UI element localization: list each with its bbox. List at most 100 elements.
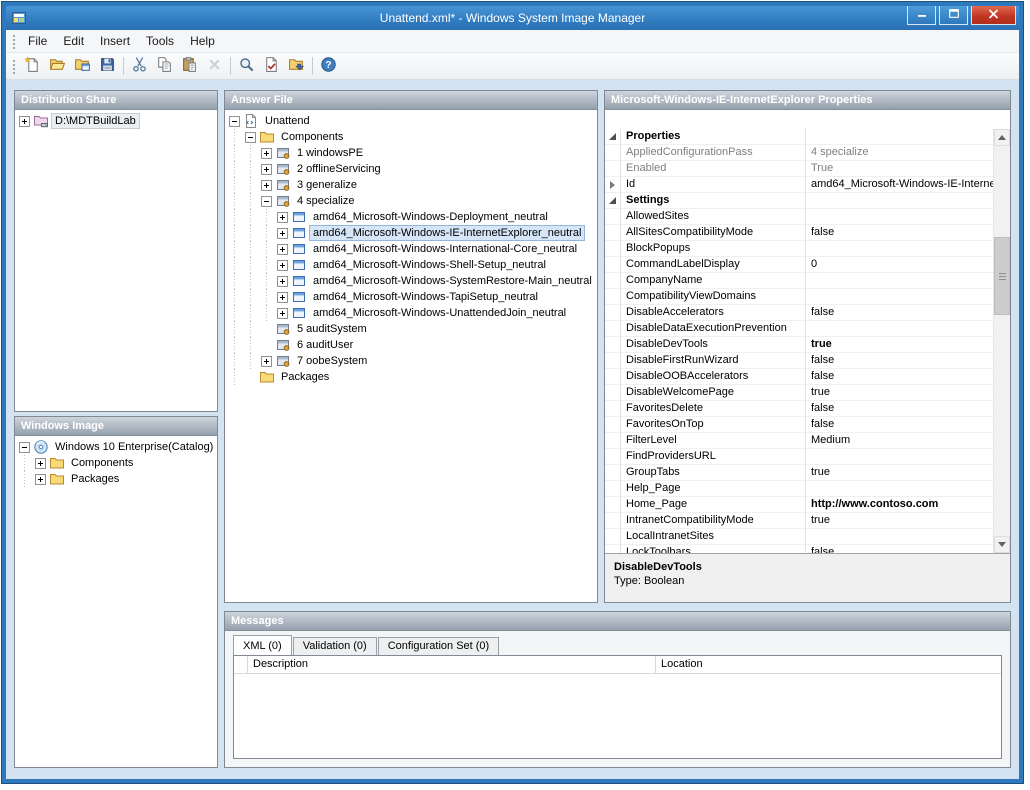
- property-row[interactable]: DisableDevToolstrue: [605, 337, 993, 353]
- column-description[interactable]: Description: [248, 656, 656, 673]
- title-bar[interactable]: Unattend.xml* - Windows System Image Man…: [6, 6, 1019, 30]
- property-value[interactable]: [806, 449, 993, 465]
- cut-button[interactable]: [128, 55, 151, 77]
- property-value[interactable]: true: [806, 337, 993, 353]
- expand-icon[interactable]: [261, 148, 272, 159]
- property-value[interactable]: false: [806, 545, 993, 553]
- expand-icon[interactable]: [277, 308, 288, 319]
- maximize-button[interactable]: [939, 6, 968, 25]
- property-value[interactable]: http://www.contoso.com: [806, 497, 993, 513]
- property-row[interactable]: DisableWelcomePagetrue: [605, 385, 993, 401]
- property-row[interactable]: FavoritesDeletefalse: [605, 401, 993, 417]
- property-row[interactable]: LockToolbarsfalse: [605, 545, 993, 553]
- answer-file-item[interactable]: amd64_Microsoft-Windows-Deployment_neutr…: [227, 209, 595, 225]
- menu-item-file[interactable]: File: [20, 31, 55, 51]
- property-row[interactable]: Home_Pagehttp://www.contoso.com: [605, 497, 993, 513]
- property-value[interactable]: [806, 289, 993, 305]
- answer-file-item[interactable]: 3 generalize: [227, 177, 595, 193]
- copy-button[interactable]: [153, 55, 176, 77]
- property-row[interactable]: AppliedConfigurationPass4 specialize: [605, 145, 993, 161]
- validate-answer-file-button[interactable]: [260, 55, 283, 77]
- close-button[interactable]: [971, 6, 1016, 25]
- property-row[interactable]: Help_Page: [605, 481, 993, 497]
- property-value[interactable]: false: [806, 369, 993, 385]
- expand-icon[interactable]: [277, 228, 288, 239]
- property-row[interactable]: FilterLevelMedium: [605, 433, 993, 449]
- expand-icon[interactable]: [19, 116, 30, 127]
- windows-image-item[interactable]: Windows 10 Enterprise(Catalog): [17, 439, 215, 455]
- expand-icon[interactable]: [35, 458, 46, 469]
- property-row[interactable]: GroupTabstrue: [605, 465, 993, 481]
- tab-validation-0[interactable]: Validation (0): [293, 637, 377, 655]
- property-value[interactable]: false: [806, 305, 993, 321]
- expand-icon[interactable]: [277, 244, 288, 255]
- answer-file-item[interactable]: 2 offlineServicing: [227, 161, 595, 177]
- column-location[interactable]: Location: [656, 656, 1001, 673]
- property-row[interactable]: AllowedSites: [605, 209, 993, 225]
- tab-configuration-set-0[interactable]: Configuration Set (0): [378, 637, 500, 655]
- scrollbar-thumb[interactable]: [994, 237, 1010, 315]
- expand-icon[interactable]: [277, 212, 288, 223]
- menu-item-help[interactable]: Help: [182, 31, 223, 51]
- property-row[interactable]: BlockPopups: [605, 241, 993, 257]
- collapse-icon[interactable]: [19, 442, 30, 453]
- menu-item-tools[interactable]: Tools: [138, 31, 182, 51]
- property-value[interactable]: [806, 273, 993, 289]
- property-row[interactable]: CompanyName: [605, 273, 993, 289]
- collapse-icon[interactable]: [229, 116, 240, 127]
- property-row[interactable]: CompatibilityViewDomains: [605, 289, 993, 305]
- property-value[interactable]: amd64_Microsoft-Windows-IE-InternetE: [806, 177, 993, 193]
- property-row[interactable]: DisableFirstRunWizardfalse: [605, 353, 993, 369]
- property-value[interactable]: True: [806, 161, 993, 177]
- property-value[interactable]: [806, 529, 993, 545]
- new-answer-file-button[interactable]: [21, 55, 44, 77]
- answer-file-item[interactable]: 1 windowsPE: [227, 145, 595, 161]
- answer-file-item[interactable]: amd64_Microsoft-Windows-International-Co…: [227, 241, 595, 257]
- help-button[interactable]: ?: [317, 55, 340, 77]
- property-section-row[interactable]: Settings: [605, 193, 993, 209]
- answer-file-item[interactable]: Packages: [227, 369, 595, 385]
- answer-file-item[interactable]: 6 auditUser: [227, 337, 595, 353]
- expand-icon[interactable]: [261, 356, 272, 367]
- property-row[interactable]: FindProvidersURL: [605, 449, 993, 465]
- property-value[interactable]: false: [806, 353, 993, 369]
- save-answer-file-button[interactable]: [96, 55, 119, 77]
- property-value[interactable]: [806, 321, 993, 337]
- property-value[interactable]: true: [806, 513, 993, 529]
- answer-file-item[interactable]: amd64_Microsoft-Windows-UnattendedJoin_n…: [227, 305, 595, 321]
- property-row[interactable]: LocalIntranetSites: [605, 529, 993, 545]
- answer-file-item[interactable]: amd64_Microsoft-Windows-Shell-Setup_neut…: [227, 257, 595, 273]
- answer-file-item[interactable]: amd64_Microsoft-Windows-SystemRestore-Ma…: [227, 273, 595, 289]
- collapse-icon[interactable]: [245, 132, 256, 143]
- property-row[interactable]: Idamd64_Microsoft-Windows-IE-InternetE: [605, 177, 993, 193]
- open-answer-file-button[interactable]: [46, 55, 69, 77]
- property-section-row[interactable]: Properties: [605, 129, 993, 145]
- delete-button[interactable]: [203, 55, 226, 77]
- expand-icon[interactable]: [261, 164, 272, 175]
- properties-scrollbar[interactable]: [993, 129, 1010, 553]
- scroll-down-button[interactable]: [994, 536, 1010, 553]
- property-row[interactable]: EnabledTrue: [605, 161, 993, 177]
- property-value[interactable]: false: [806, 417, 993, 433]
- property-value[interactable]: [806, 481, 993, 497]
- property-row[interactable]: DisableOOBAcceleratorsfalse: [605, 369, 993, 385]
- property-row[interactable]: DisableDataExecutionPrevention: [605, 321, 993, 337]
- answer-file-item[interactable]: amd64_Microsoft-Windows-IE-InternetExplo…: [227, 225, 595, 241]
- menu-item-insert[interactable]: Insert: [92, 31, 138, 51]
- scroll-up-button[interactable]: [994, 129, 1010, 146]
- collapse-icon[interactable]: [261, 196, 272, 207]
- expand-icon[interactable]: [277, 292, 288, 303]
- answer-file-item[interactable]: 7 oobeSystem: [227, 353, 595, 369]
- property-row[interactable]: AllSitesCompatibilityModefalse: [605, 225, 993, 241]
- expand-icon[interactable]: [261, 180, 272, 191]
- property-value[interactable]: false: [806, 225, 993, 241]
- expand-icon[interactable]: [277, 276, 288, 287]
- property-value[interactable]: true: [806, 465, 993, 481]
- expand-icon[interactable]: [35, 474, 46, 485]
- answer-file-item[interactable]: Unattend: [227, 113, 595, 129]
- tab-xml-0[interactable]: XML (0): [233, 635, 292, 655]
- property-row[interactable]: DisableAcceleratorsfalse: [605, 305, 993, 321]
- answer-file-item[interactable]: 4 specialize: [227, 193, 595, 209]
- windows-image-item[interactable]: Packages: [17, 471, 215, 487]
- property-value[interactable]: [806, 209, 993, 225]
